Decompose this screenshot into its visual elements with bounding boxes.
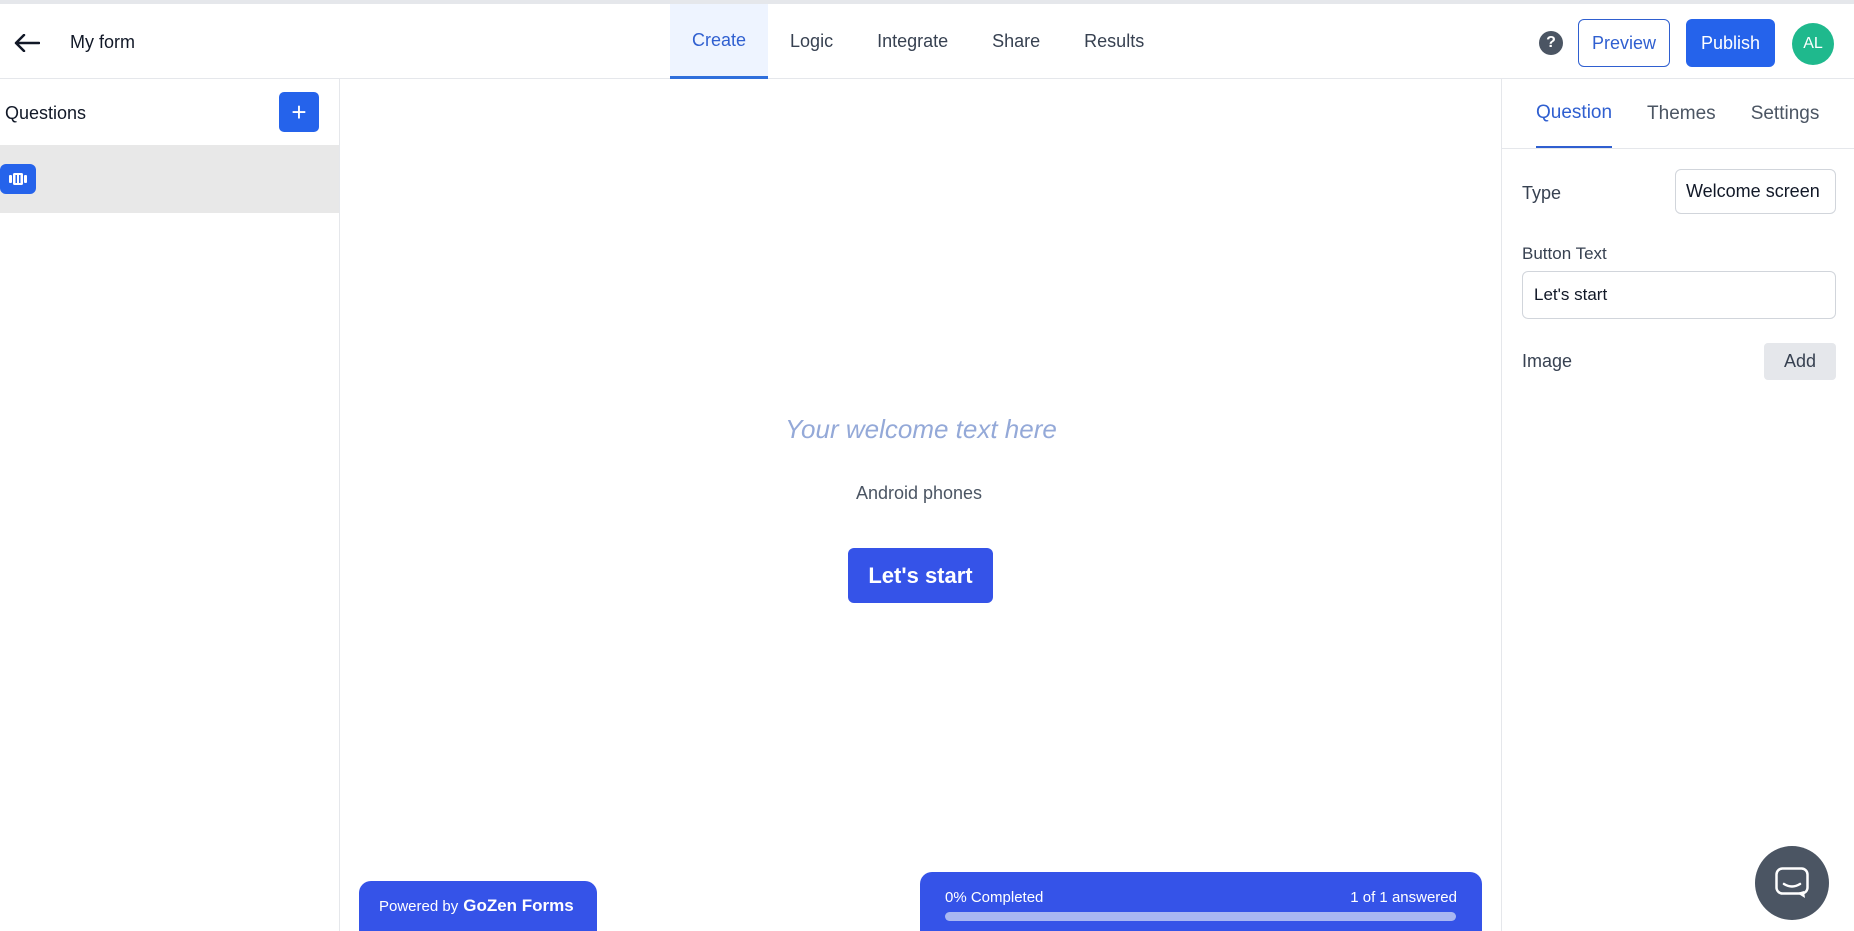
progress-label: 0% Completed [945, 889, 1044, 906]
form-title[interactable]: My form [70, 32, 135, 53]
tab-create[interactable]: Create [670, 4, 769, 79]
tab-themes[interactable]: Themes [1647, 79, 1716, 148]
start-button[interactable]: Let's start [848, 548, 993, 603]
main-tabs: Create Logic Integrate Share Results [670, 4, 1166, 79]
powered-by-brand: GoZen Forms [463, 896, 574, 915]
tab-share[interactable]: Share [970, 4, 1062, 79]
form-canvas: Your welcome text here Android phones Le… [341, 79, 1501, 931]
welcome-text[interactable]: Your welcome text here [341, 414, 1501, 445]
button-text-input[interactable] [1522, 271, 1836, 319]
help-icon[interactable]: ? [1539, 31, 1563, 55]
avatar[interactable]: AL [1792, 23, 1834, 65]
properties-tabs: Question Themes Settings [1536, 79, 1854, 148]
chat-icon[interactable] [1755, 846, 1829, 920]
type-select[interactable]: Welcome screen [1675, 169, 1836, 214]
welcome-screen-icon [0, 164, 36, 194]
preview-button[interactable]: Preview [1578, 19, 1670, 67]
add-question-button[interactable]: + [279, 92, 319, 132]
publish-button[interactable]: Publish [1686, 19, 1775, 67]
type-label: Type [1522, 183, 1562, 203]
welcome-description[interactable]: Android phones [341, 483, 1497, 504]
tab-integrate[interactable]: Integrate [855, 4, 970, 79]
powered-by-badge[interactable]: Powered by GoZen Forms [359, 881, 597, 931]
button-text-label: Button Text [1522, 244, 1607, 263]
progress-count: 1 of 1 answered [1350, 889, 1457, 906]
tab-results[interactable]: Results [1062, 4, 1166, 79]
powered-by-prefix: Powered by [379, 897, 459, 915]
progress-panel: 0% Completed 1 of 1 answered [920, 872, 1482, 931]
tab-question[interactable]: Question [1536, 79, 1613, 148]
properties-panel: Question Themes Settings Type Welcome sc… [1501, 79, 1854, 931]
tab-settings[interactable]: Settings [1751, 79, 1820, 148]
divider [1502, 148, 1854, 149]
questions-title: Questions [5, 103, 87, 123]
image-label: Image [1522, 351, 1573, 371]
question-list-item[interactable] [0, 145, 339, 213]
questions-sidebar: Questions + [0, 79, 340, 931]
tab-logic[interactable]: Logic [768, 4, 855, 79]
app-header: My form Create Logic Integrate Share Res… [0, 4, 1854, 79]
progress-bar [945, 912, 1456, 921]
back-arrow-icon[interactable] [12, 28, 42, 58]
image-add-button[interactable]: Add [1764, 343, 1836, 380]
